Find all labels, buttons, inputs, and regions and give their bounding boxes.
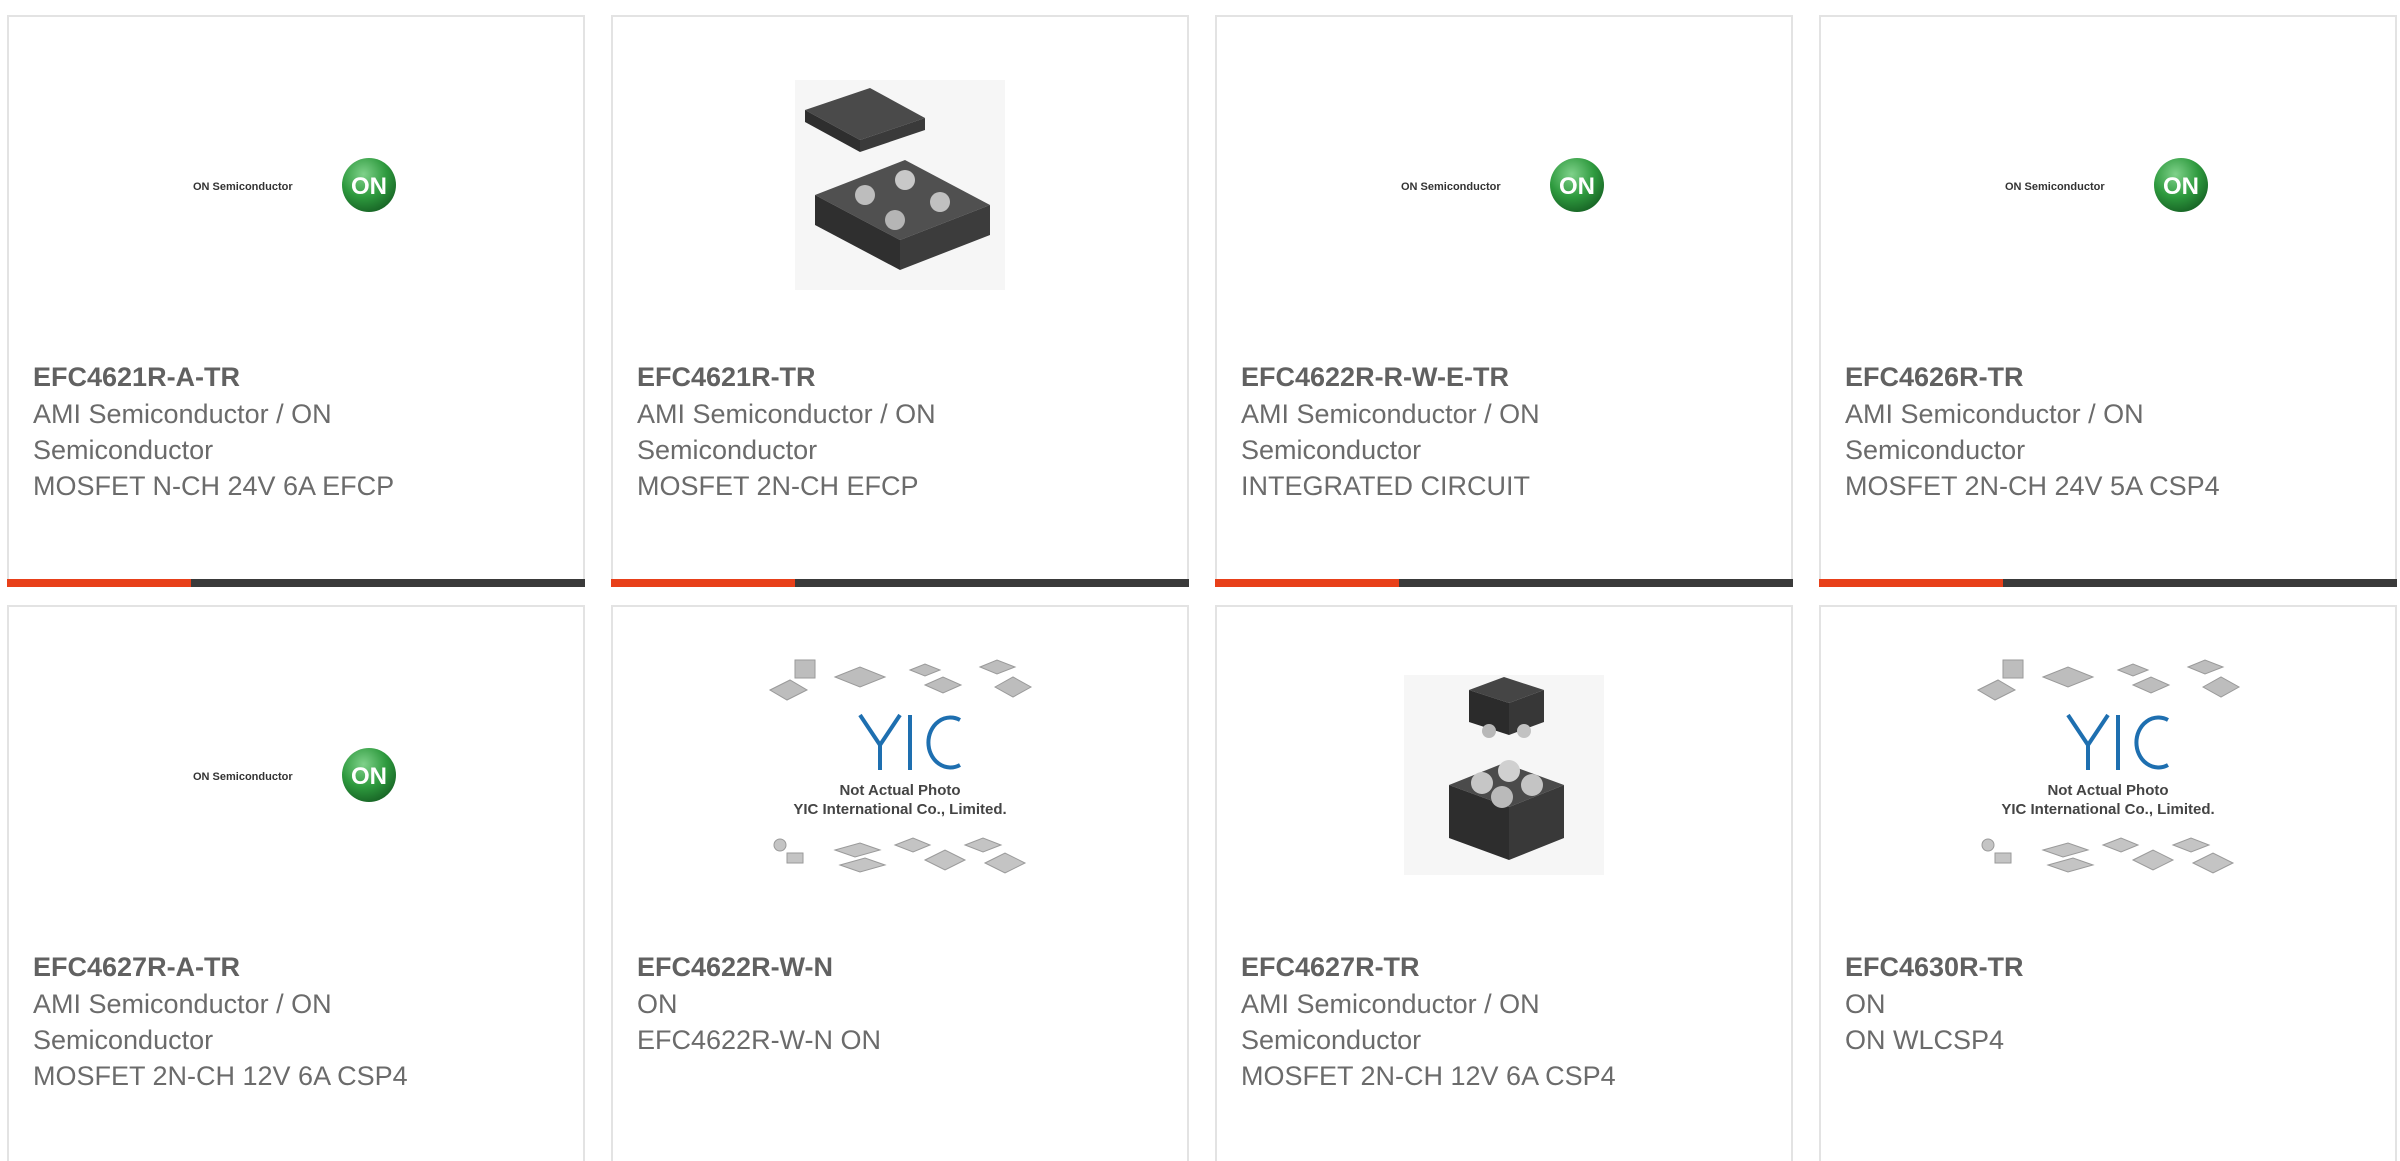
manufacturer: AMI Semiconductor / ON Semiconductor	[33, 399, 332, 465]
on-semiconductor-logo: ON Semiconductor ON	[193, 747, 396, 802]
svg-text:ON Semiconductor: ON Semiconductor	[2005, 181, 2105, 193]
product-image[interactable]: Not Actual Photo YIC International Co., …	[1821, 658, 2395, 887]
svg-text:ON Semiconductor: ON Semiconductor	[1401, 181, 1501, 193]
product-info: EFC4627R-TR AMI Semiconductor / ON Semic…	[1241, 949, 1767, 1094]
not-actual-photo-placeholder: Not Actual Photo YIC International Co., …	[768, 658, 1033, 874]
manufacturer: AMI Semiconductor / ON Semiconductor	[33, 989, 332, 1055]
product-info: EFC4621R-TR AMI Semiconductor / ON Semic…	[637, 359, 1163, 504]
card-bottom-bar	[1819, 579, 2397, 587]
part-number[interactable]: EFC4627R-A-TR	[33, 949, 559, 985]
product-card[interactable]: EFC4621R-TR AMI Semiconductor / ON Semic…	[611, 15, 1189, 587]
chip-package-photo	[795, 79, 1005, 290]
card-bottom-bar	[7, 579, 585, 587]
product-image[interactable]: Not Actual Photo YIC International Co., …	[613, 658, 1187, 887]
manufacturer: AMI Semiconductor / ON Semiconductor	[637, 399, 936, 465]
description: MOSFET 2N-CH 24V 5A CSP4	[1845, 471, 2220, 501]
card-accent-bar	[1215, 579, 1399, 587]
svg-text:YIC International Co., Limited: YIC International Co., Limited.	[2001, 801, 2214, 818]
part-number[interactable]: EFC4627R-TR	[1241, 949, 1767, 985]
manufacturer: AMI Semiconductor / ON Semiconductor	[1845, 399, 2144, 465]
product-info: EFC4630R-TR ON ON WLCSP4	[1845, 949, 2371, 1058]
description: MOSFET N-CH 24V 6A EFCP	[33, 471, 395, 501]
product-card[interactable]: ON Semiconductor ON EFC4622R-R-W-E-TR AM…	[1215, 15, 1793, 587]
svg-text:ON Semiconductor: ON Semiconductor	[193, 771, 293, 783]
part-number[interactable]: EFC4626R-TR	[1845, 359, 2371, 395]
product-info: EFC4622R-R-W-E-TR AMI Semiconductor / ON…	[1241, 359, 1767, 504]
on-semiconductor-logo: ON Semiconductor ON	[193, 157, 396, 212]
card-accent-bar	[7, 579, 191, 587]
card-accent-bar	[611, 579, 795, 587]
product-grid: ON Semiconductor ON EFC4621R-A-TR AMI Se…	[0, 0, 2400, 1161]
part-number[interactable]: EFC4622R-W-N	[637, 949, 1163, 985]
product-image[interactable]	[1217, 662, 1791, 887]
manufacturer: ON	[1845, 989, 1886, 1019]
product-info: EFC4621R-A-TR AMI Semiconductor / ON Sem…	[33, 359, 559, 504]
card-accent-bar	[1819, 579, 2003, 587]
manufacturer: AMI Semiconductor / ON Semiconductor	[1241, 989, 1540, 1055]
product-card[interactable]: ON Semiconductor ON EFC4627R-A-TR AMI Se…	[7, 605, 585, 1161]
product-card[interactable]: Not Actual Photo YIC International Co., …	[611, 605, 1189, 1161]
manufacturer: ON	[637, 989, 678, 1019]
svg-text:ON Semiconductor: ON Semiconductor	[193, 181, 293, 193]
svg-text:Not Actual Photo: Not Actual Photo	[2047, 782, 2168, 799]
on-semiconductor-logo: ON Semiconductor ON	[2005, 157, 2208, 212]
product-info: EFC4627R-A-TR AMI Semiconductor / ON Sem…	[33, 949, 559, 1094]
product-card[interactable]: Not Actual Photo YIC International Co., …	[1819, 605, 2397, 1161]
svg-text:ON: ON	[351, 763, 387, 790]
part-number[interactable]: EFC4630R-TR	[1845, 949, 2371, 985]
card-bottom-bar	[1215, 579, 1793, 587]
product-image[interactable]: ON Semiconductor ON	[1821, 72, 2395, 297]
product-image[interactable]: ON Semiconductor ON	[9, 72, 583, 297]
svg-text:ON: ON	[351, 173, 387, 200]
manufacturer: AMI Semiconductor / ON Semiconductor	[1241, 399, 1540, 465]
svg-text:Not Actual Photo: Not Actual Photo	[839, 782, 960, 799]
svg-text:YIC International Co., Limited: YIC International Co., Limited.	[793, 801, 1006, 818]
product-info: EFC4626R-TR AMI Semiconductor / ON Semic…	[1845, 359, 2371, 504]
description: INTEGRATED CIRCUIT	[1241, 471, 1530, 501]
svg-text:ON: ON	[2163, 173, 2199, 200]
card-bottom-bar	[611, 579, 1189, 587]
part-number[interactable]: EFC4621R-A-TR	[33, 359, 559, 395]
svg-text:ON: ON	[1559, 173, 1595, 200]
on-semiconductor-logo: ON Semiconductor ON	[1401, 157, 1604, 212]
description: MOSFET 2N-CH 12V 6A CSP4	[33, 1061, 408, 1091]
description: EFC4622R-W-N ON	[637, 1025, 882, 1055]
description: MOSFET 2N-CH EFCP	[637, 471, 919, 501]
chip-package-photo	[1404, 674, 1604, 875]
not-actual-photo-placeholder: Not Actual Photo YIC International Co., …	[1976, 658, 2241, 874]
description: MOSFET 2N-CH 12V 6A CSP4	[1241, 1061, 1616, 1091]
product-card[interactable]: ON Semiconductor ON EFC4621R-A-TR AMI Se…	[7, 15, 585, 587]
product-image[interactable]: ON Semiconductor ON	[1217, 72, 1791, 297]
part-number[interactable]: EFC4622R-R-W-E-TR	[1241, 359, 1767, 395]
description: ON WLCSP4	[1845, 1025, 2005, 1055]
product-card[interactable]: ON Semiconductor ON EFC4626R-TR AMI Semi…	[1819, 15, 2397, 587]
product-info: EFC4622R-W-N ON EFC4622R-W-N ON	[637, 949, 1163, 1058]
product-image[interactable]: ON Semiconductor ON	[9, 662, 583, 887]
product-image[interactable]	[613, 72, 1187, 297]
product-card[interactable]: EFC4627R-TR AMI Semiconductor / ON Semic…	[1215, 605, 1793, 1161]
part-number[interactable]: EFC4621R-TR	[637, 359, 1163, 395]
